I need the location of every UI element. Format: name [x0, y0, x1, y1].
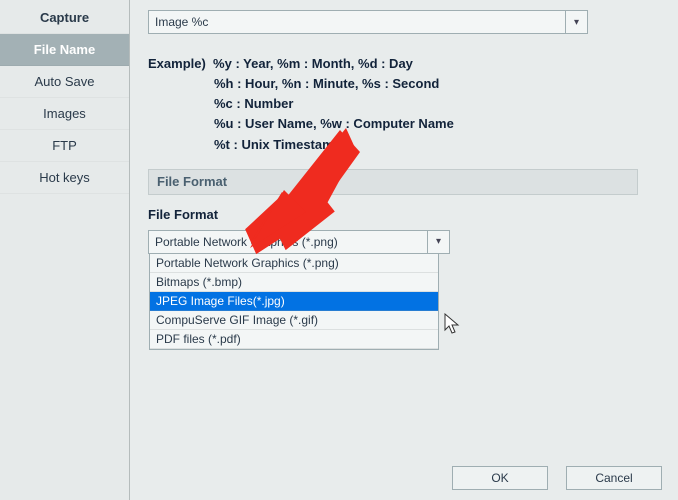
ok-button[interactable]: OK	[452, 466, 548, 490]
file-format-dropdown: Portable Network Graphics (*.png) Bitmap…	[149, 253, 439, 350]
file-format-label: File Format	[148, 207, 660, 222]
example-line-3: %c : Number	[214, 94, 660, 114]
filename-pattern-combo[interactable]: Image %c ▾	[148, 10, 588, 34]
sidebar-item-images[interactable]: Images	[0, 98, 129, 130]
sidebar-item-hot-keys[interactable]: Hot keys	[0, 162, 129, 194]
example-line-1: %y : Year, %m : Month, %d : Day	[213, 56, 413, 71]
example-line-5: %t : Unix Timestamp	[214, 135, 660, 155]
dialog-footer: OK Cancel	[452, 466, 662, 490]
sidebar-item-auto-save[interactable]: Auto Save	[0, 66, 129, 98]
dropdown-item-pdf[interactable]: PDF files (*.pdf)	[150, 330, 438, 349]
example-line-2: %h : Hour, %n : Minute, %s : Second	[214, 74, 660, 94]
example-line-4: %u : User Name, %w : Computer Name	[214, 114, 660, 134]
chevron-down-icon[interactable]: ▾	[427, 231, 449, 253]
dropdown-item-gif[interactable]: CompuServe GIF Image (*.gif)	[150, 311, 438, 330]
example-text: Example) %y : Year, %m : Month, %d : Day…	[148, 54, 660, 155]
filename-pattern-value: Image %c	[155, 15, 208, 29]
file-format-combo[interactable]: Portable Network Graphics (*.png) ▾ Port…	[148, 230, 450, 254]
section-bar-file-format: File Format	[148, 169, 638, 195]
sidebar-item-file-name[interactable]: File Name	[0, 34, 129, 66]
sidebar: Capture File Name Auto Save Images FTP H…	[0, 0, 130, 500]
sidebar-item-ftp[interactable]: FTP	[0, 130, 129, 162]
sidebar-item-capture[interactable]: Capture	[0, 2, 129, 34]
dropdown-item-png[interactable]: Portable Network Graphics (*.png)	[150, 254, 438, 273]
dropdown-item-bmp[interactable]: Bitmaps (*.bmp)	[150, 273, 438, 292]
cancel-button[interactable]: Cancel	[566, 466, 662, 490]
example-label: Example)	[148, 56, 206, 71]
content-panel: Image %c ▾ Example) %y : Year, %m : Mont…	[130, 0, 678, 500]
chevron-down-icon[interactable]: ▾	[565, 11, 587, 33]
file-format-selected: Portable Network Graphics (*.png)	[155, 235, 338, 249]
section-bar-label: File Format	[157, 174, 227, 189]
dropdown-item-jpg[interactable]: JPEG Image Files(*.jpg)	[150, 292, 438, 311]
